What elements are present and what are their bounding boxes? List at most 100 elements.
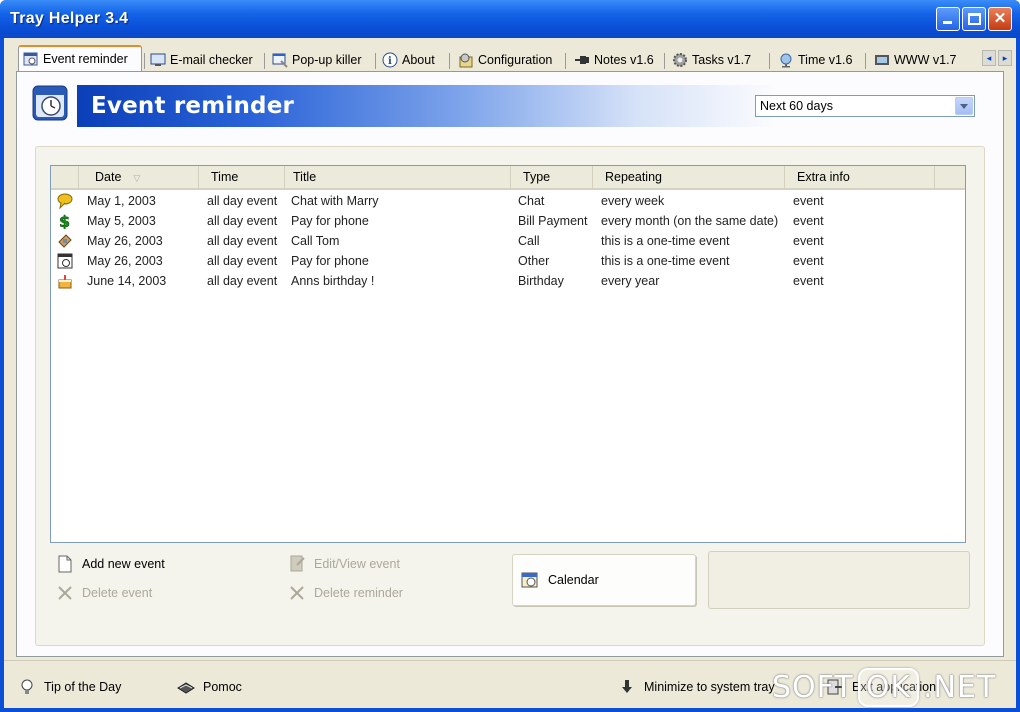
tab-tasks[interactable]: Tasks v1.7 (668, 49, 751, 71)
web-icon (874, 52, 890, 68)
help-button[interactable]: Pomoc (177, 678, 242, 696)
calendar-label: Calendar (548, 573, 599, 587)
column-header-icon[interactable] (51, 166, 79, 188)
cell-extra-info: event (793, 254, 824, 268)
tab-label: Configuration (478, 53, 553, 67)
watermark-box: OK (857, 667, 920, 707)
minimize-button[interactable] (936, 7, 960, 31)
cell-repeating: this is a one-time event (601, 234, 730, 248)
cell-repeating: every week (601, 194, 665, 208)
close-button[interactable]: ✕ (988, 7, 1012, 31)
help-label: Pomoc (203, 680, 242, 694)
app-window: Tray Helper 3.4 ✕ Event reminder E-mail … (0, 0, 1020, 712)
cell-type: Bill Payment (518, 214, 588, 228)
cell-title: Call Tom (291, 234, 340, 248)
column-header-time[interactable]: Time (199, 166, 285, 188)
minimize-to-tray-button[interactable]: Minimize to system tray (618, 678, 775, 696)
cell-extra-info: event (793, 274, 824, 288)
column-header-type[interactable]: Type (511, 166, 593, 188)
svg-text:i: i (388, 56, 392, 67)
cell-time: all day event (207, 234, 278, 248)
calendar-clock-icon (57, 253, 73, 269)
delete-event-button[interactable]: Delete event (56, 584, 152, 602)
tab-email-checker[interactable]: E-mail checker (146, 49, 253, 71)
events-list[interactable]: Date ▽ Time Title Type Repeating Extra in… (50, 165, 966, 543)
tab-notes[interactable]: Notes v1.6 (570, 49, 654, 71)
cell-date: May 26, 2003 (87, 234, 163, 248)
arrow-down-icon (618, 678, 636, 696)
tab-event-reminder[interactable]: Event reminder (18, 45, 142, 71)
tab-www[interactable]: WWW v1.7 (870, 49, 974, 71)
tab-scroll-arrows: ◂ ▸ (982, 50, 1012, 68)
calendar-button[interactable]: Calendar (512, 554, 696, 606)
tab-scroll-left-icon[interactable]: ◂ (982, 50, 996, 66)
column-header-date[interactable]: Date ▽ (79, 166, 199, 188)
delete-x-icon (288, 584, 306, 602)
table-row[interactable]: June 14, 2003 all day event Anns birthda… (51, 272, 965, 292)
calendar-icon (521, 571, 539, 589)
phone-icon (57, 233, 73, 249)
column-header-title[interactable]: Title (285, 166, 511, 188)
tab-label: WWW v1.7 (894, 53, 957, 67)
header-band: Event reminder (77, 85, 777, 127)
add-event-button[interactable]: Add new event (56, 555, 165, 573)
tip-of-the-day-button[interactable]: Tip of the Day (18, 678, 121, 696)
chevron-down-icon[interactable] (955, 97, 973, 115)
maximize-button[interactable] (962, 7, 986, 31)
title-bar[interactable]: Tray Helper 3.4 ✕ (0, 0, 1020, 38)
tab-label: E-mail checker (170, 53, 253, 67)
softok-watermark: SOFT OK .NET (772, 665, 1012, 709)
info-box (708, 551, 970, 609)
globe-icon (778, 52, 794, 68)
tab-label: Notes v1.6 (594, 53, 654, 67)
cell-date: May 5, 2003 (87, 214, 156, 228)
tab-configuration[interactable]: Configuration (454, 49, 552, 71)
table-row[interactable]: May 26, 2003 all day event Call Tom Call… (51, 232, 965, 252)
sort-arrow-icon: ▽ (133, 173, 141, 183)
tab-label: Event reminder (43, 52, 128, 66)
gear-icon (672, 52, 688, 68)
tab-about[interactable]: i About (378, 49, 435, 71)
delete-reminder-label: Delete reminder (314, 586, 403, 600)
column-header-repeating[interactable]: Repeating (593, 166, 785, 188)
event-reminder-clock-icon (32, 85, 68, 121)
events-group: Date ▽ Time Title Type Repeating Extra in… (35, 146, 985, 646)
client-area: Event reminder E-mail checker Pop-up kil… (4, 38, 1016, 708)
tab-scroll-right-icon[interactable]: ▸ (998, 50, 1012, 66)
cell-time: all day event (207, 194, 278, 208)
table-row[interactable]: $ May 5, 2003 all day event Pay for phon… (51, 212, 965, 232)
cell-extra-info: event (793, 234, 824, 248)
birthday-cake-icon (57, 273, 73, 289)
cell-date: May 26, 2003 (87, 254, 163, 268)
column-header-extra-info[interactable]: Extra info (785, 166, 935, 188)
event-reminder-panel: Event reminder Next 60 days Date ▽ Time T… (16, 71, 1004, 657)
add-event-label: Add new event (82, 557, 165, 571)
cell-repeating: every year (601, 274, 660, 288)
popup-window-icon (272, 52, 288, 68)
tab-label: Time v1.6 (798, 53, 853, 67)
cell-repeating: every month (on the same date) (601, 214, 779, 228)
date-range-select[interactable]: Next 60 days (755, 95, 975, 117)
help-book-icon (177, 678, 195, 696)
tab-popup-killer[interactable]: Pop-up killer (268, 49, 361, 71)
edit-event-label: Edit/View event (314, 557, 400, 571)
page-title: Event reminder (91, 93, 295, 119)
delete-reminder-button[interactable]: Delete reminder (288, 584, 403, 602)
cell-title: Pay for phone (291, 214, 369, 228)
pin-icon (574, 52, 590, 68)
chat-bubble-icon (57, 193, 73, 210)
tab-label: About (402, 53, 435, 67)
table-row[interactable]: May 1, 2003 all day event Chat with Marr… (51, 192, 965, 212)
tab-label: Pop-up killer (292, 53, 362, 67)
tab-strip: Event reminder E-mail checker Pop-up kil… (12, 45, 1012, 71)
tab-time[interactable]: Time v1.6 (774, 49, 852, 71)
cell-title: Pay for phone (291, 254, 369, 268)
cell-title: Chat with Marry (291, 194, 379, 208)
svg-text:$: $ (59, 213, 70, 229)
cell-extra-info: event (793, 194, 824, 208)
edit-event-button[interactable]: Edit/View event (288, 555, 400, 573)
table-row[interactable]: May 26, 2003 all day event Pay for phone… (51, 252, 965, 272)
cell-date: June 14, 2003 (87, 274, 167, 288)
cell-type: Chat (518, 194, 545, 208)
cell-type: Birthday (518, 274, 564, 288)
